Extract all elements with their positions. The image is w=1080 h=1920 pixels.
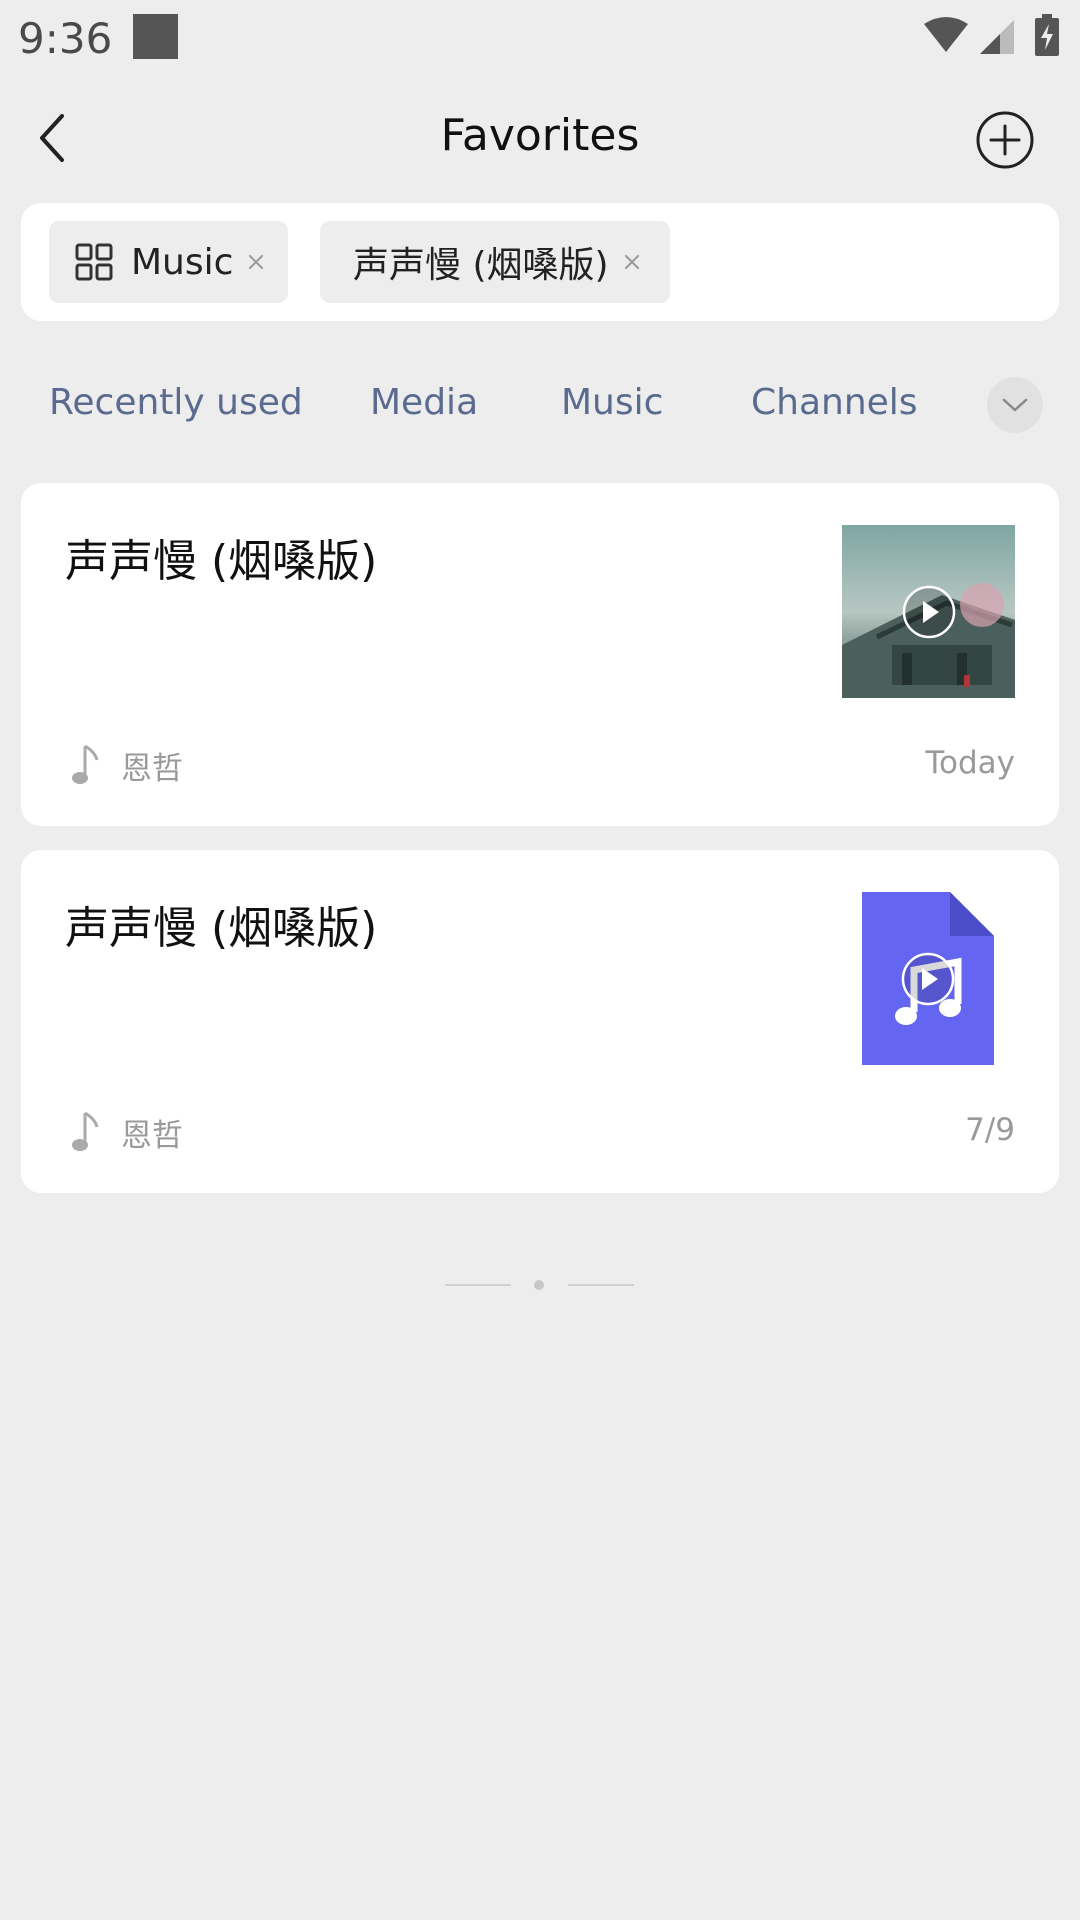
tab-media[interactable]: Media — [370, 382, 478, 423]
item-date: 7/9 — [965, 1112, 1015, 1148]
favorite-item[interactable]: 声声慢 (烟嗓版) 恩哲 Today — [21, 483, 1059, 826]
item-artist: 恩哲 — [121, 1118, 183, 1154]
play-icon[interactable] — [901, 584, 957, 640]
add-icon[interactable] — [975, 110, 1035, 170]
tab-channels[interactable]: Channels — [751, 382, 918, 423]
tab-music[interactable]: Music — [561, 382, 663, 423]
status-bar: 9:36 — [0, 0, 1080, 72]
play-icon[interactable] — [900, 951, 956, 1007]
filter-chip-music[interactable]: Music — [49, 221, 288, 303]
close-icon[interactable] — [247, 253, 265, 271]
filter-chip-song[interactable]: 声声慢 (烟嗓版) — [320, 221, 670, 303]
end-of-list-divider — [445, 1284, 511, 1286]
item-artist: 恩哲 — [121, 751, 183, 787]
music-note-icon — [72, 744, 99, 784]
search-filter-box[interactable]: Music 声声慢 (烟嗓版) — [21, 203, 1059, 321]
expand-tabs-button[interactable] — [987, 377, 1043, 433]
music-note-icon — [72, 1111, 99, 1151]
chevron-down-icon — [1002, 398, 1028, 412]
filter-chip-label: 声声慢 (烟嗓版) — [353, 245, 609, 286]
end-of-list-dot — [534, 1280, 544, 1290]
battery-charging-icon — [1035, 14, 1059, 56]
end-of-list-divider — [568, 1284, 634, 1286]
item-title: 声声慢 (烟嗓版) — [65, 536, 378, 587]
tab-recently-used[interactable]: Recently used — [49, 382, 303, 423]
status-time: 9:36 — [18, 14, 113, 63]
favorite-item[interactable]: 声声慢 (烟嗓版) 恩哲 7/9 — [21, 850, 1059, 1193]
favorites-page: 9:36 Favorites Music 声声慢 (烟嗓版) Recently … — [0, 0, 1080, 1920]
notification-icon — [133, 14, 178, 59]
album-cover-image[interactable] — [842, 525, 1015, 698]
item-meta: 恩哲 — [71, 743, 183, 788]
wifi-icon — [924, 17, 968, 52]
item-date: Today — [925, 745, 1015, 781]
music-file-thumbnail[interactable] — [862, 892, 994, 1065]
filter-chip-label: Music — [131, 241, 234, 283]
signal-icon — [980, 20, 1014, 54]
page-title: Favorites — [440, 110, 640, 161]
grid-icon — [75, 243, 113, 281]
item-meta: 恩哲 — [71, 1110, 183, 1155]
close-icon[interactable] — [623, 253, 641, 271]
item-title: 声声慢 (烟嗓版) — [65, 903, 378, 954]
